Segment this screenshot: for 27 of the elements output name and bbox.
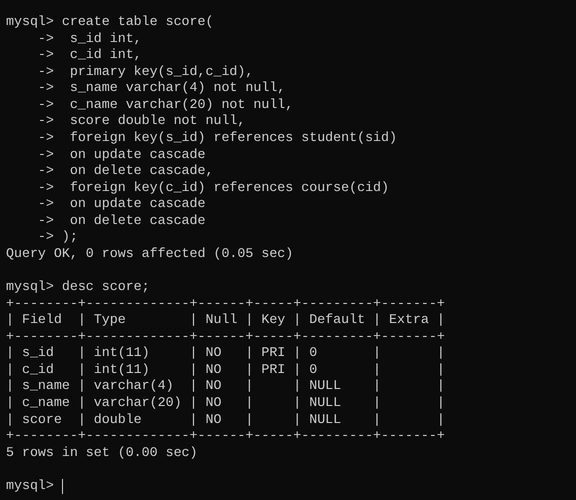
terminal-line: -> c_name varchar(20) not null,: [36, 96, 294, 114]
terminal-line: -> on update cascade: [36, 146, 206, 164]
terminal-line: -> foreign key(s_id) references student(sid): [36, 130, 397, 146]
terminal-line: | s_name | varchar(4) | NO | | NULL | |: [6, 378, 445, 395]
terminal-line: 5 rows in set (0.00 sec): [6, 444, 198, 462]
terminal-line: mysql> create table score(: [6, 14, 214, 31]
terminal-line: | Field | Type | Null | Key | Default | Extra |: [6, 312, 445, 329]
terminal-line: Query OK, 0 rows affected (0.05 sec): [6, 246, 294, 262]
terminal-line: mysql> desc score;: [6, 279, 150, 296]
terminal-line: | score | double | NO | | NULL | |: [6, 412, 445, 428]
terminal-line: -> );: [36, 229, 78, 246]
terminal-line: -> on delete cascade,: [36, 163, 214, 180]
terminal-line: +--------+-------------+------+-----+---------+-------+: [6, 296, 445, 312]
terminal-line: | c_id | int(11) | NO | PRI | 0 | |: [6, 362, 445, 378]
terminal-line: -> score double not null,: [36, 113, 246, 130]
terminal-line: | s_id | int(11) | NO | PRI | 0 | |: [6, 345, 445, 362]
terminal-line: -> c_id int,: [36, 47, 142, 64]
terminal-line: -> on update cascade: [36, 196, 206, 213]
terminal-line: -> s_id int,: [36, 30, 142, 48]
terminal-line: | c_name | varchar(20) | NO | | NULL | |: [6, 394, 445, 412]
terminal-line: -> primary key(s_id,c_id),: [36, 64, 254, 80]
terminal-line: -> s_name varchar(4) not null,: [36, 80, 286, 97]
command-prompt: mysql>: [6, 478, 54, 494]
terminal-line: -> foreign key(c_id) references course(cid): [36, 180, 390, 196]
terminal-line: +--------+-------------+------+-----+---------+-------+: [6, 428, 445, 445]
terminal-line: -> on delete cascade: [36, 212, 206, 230]
terminal-line: +--------+-------------+------+-----+---------+-------+: [6, 328, 445, 346]
